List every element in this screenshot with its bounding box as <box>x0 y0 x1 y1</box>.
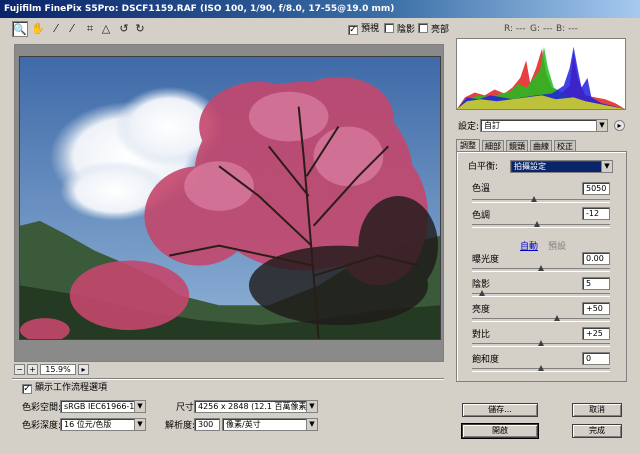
tint-label: 色調 <box>472 211 491 221</box>
exposure-label: 曝光度 <box>472 255 500 265</box>
done-button[interactable]: 完成 <box>572 424 622 438</box>
window-title: Fujifilm FinePix S5Pro: DSCF1159.RAF (IS… <box>0 0 640 18</box>
settings-label: 設定: <box>458 122 480 132</box>
saturation-slider[interactable] <box>472 365 610 372</box>
colorspace-value: sRGB IEC61966-1 <box>64 402 135 411</box>
default-link[interactable]: 預設 <box>548 241 566 253</box>
temp-slider-thumb[interactable] <box>531 196 538 202</box>
shadows-clip-label: 陰影 <box>397 25 416 35</box>
divider <box>12 378 444 380</box>
shadows-check-box <box>384 23 394 33</box>
settings-menu-icon[interactable]: ▸ <box>614 120 625 131</box>
resolution-unit-select[interactable]: 像素/英寸 ▼ <box>222 418 318 431</box>
toolbar: 🔍 ✋ ⁄ ⁄ ⌗ △ ↺ ↻ ✓ 預視 陰影 亮部 R: --- G: --- … <box>0 18 640 40</box>
rotate-left-icon[interactable]: ↺ <box>116 21 132 37</box>
tint-slider-thumb[interactable] <box>534 221 541 227</box>
wb-select[interactable]: 拍攝設定 ▼ <box>510 160 613 173</box>
settings-value: 自訂 <box>484 121 500 130</box>
shadows-input[interactable]: 5 <box>582 277 610 290</box>
zoom-level[interactable]: 15.9% <box>40 364 76 375</box>
save-button[interactable]: 儲存... <box>462 403 538 417</box>
preview-checkbox[interactable]: ✓ 預視 <box>348 23 379 35</box>
colorspace-select[interactable]: sRGB IEC61966-1 ▼ <box>60 400 146 413</box>
show-workflow-checkbox[interactable]: ✓ 顯示工作流程選項 <box>22 382 107 394</box>
contrast-slider[interactable] <box>472 340 610 347</box>
white-balance-eyedropper-icon[interactable]: ⁄ <box>48 21 64 37</box>
zoom-in-button[interactable]: + <box>27 364 38 375</box>
straighten-icon[interactable]: △ <box>98 21 114 37</box>
contrast-input[interactable]: +25 <box>582 327 610 340</box>
resolution-label: 解析度: <box>165 421 196 431</box>
zoom-out-button[interactable]: − <box>14 364 25 375</box>
preview-photo <box>19 56 441 340</box>
zoom-tool-magnifier-icon[interactable]: 🔍 <box>12 21 28 37</box>
color-sampler-icon[interactable]: ⁄ <box>64 21 80 37</box>
settings-select[interactable]: 自訂 ▼ <box>480 119 608 132</box>
chevron-down-icon: ▼ <box>596 120 607 131</box>
wb-label: 白平衡: <box>468 162 499 172</box>
wb-value: 拍攝設定 <box>514 162 546 171</box>
hand-tool-hand-icon[interactable]: ✋ <box>30 21 46 37</box>
temp-label: 色溫 <box>472 184 491 194</box>
exposure-slider-thumb[interactable] <box>538 265 544 271</box>
histogram <box>456 38 626 110</box>
show-workflow-check-mark: ✓ <box>22 384 32 394</box>
brightness-slider-thumb[interactable] <box>553 315 560 321</box>
saturation-slider-thumb[interactable] <box>538 365 544 371</box>
open-button[interactable]: 開啟 <box>461 423 539 439</box>
tint-slider[interactable] <box>472 221 610 228</box>
crop-icon[interactable]: ⌗ <box>82 21 98 37</box>
depth-label: 色彩深度: <box>22 421 62 431</box>
shadows-slider[interactable] <box>472 290 610 297</box>
zoom-menu-button[interactable]: ▸ <box>78 364 89 375</box>
size-value: 4256 x 2848 (12.1 百萬像素) <box>198 402 310 411</box>
chevron-down-icon: ▼ <box>306 419 317 430</box>
highlights-clip-checkbox[interactable]: 亮部 <box>418 23 449 35</box>
resolution-unit-value: 像素/英寸 <box>226 420 261 429</box>
shadows-clip-checkbox[interactable]: 陰影 <box>384 23 415 35</box>
brightness-label: 亮度 <box>472 305 491 315</box>
brightness-slider[interactable] <box>472 315 610 322</box>
colorspace-label: 色彩空間: <box>22 403 62 413</box>
tint-input[interactable]: -12 <box>582 207 610 220</box>
highlights-clip-label: 亮部 <box>431 25 450 35</box>
temp-slider[interactable] <box>472 196 610 203</box>
depth-value: 16 位元/色版 <box>64 420 112 429</box>
contrast-slider-thumb[interactable] <box>538 340 544 346</box>
chevron-down-icon: ▼ <box>134 401 145 412</box>
brightness-input[interactable]: +50 <box>582 302 610 315</box>
highlights-check-box <box>418 23 428 33</box>
depth-select[interactable]: 16 位元/色版 ▼ <box>60 418 146 431</box>
chevron-down-icon: ▼ <box>134 419 145 430</box>
cancel-button[interactable]: 取消 <box>572 403 622 417</box>
shadows-slider-thumb[interactable] <box>478 290 485 296</box>
preview-area[interactable] <box>14 44 444 362</box>
preview-check-mark: ✓ <box>348 25 358 35</box>
exposure-slider[interactable] <box>472 265 610 272</box>
saturation-label: 飽和度 <box>472 355 500 365</box>
preview-label: 預視 <box>361 24 380 34</box>
size-select[interactable]: 4256 x 2848 (12.1 百萬像素) ▼ <box>194 400 318 413</box>
show-workflow-label: 顯示工作流程選項 <box>35 383 108 393</box>
chevron-down-icon: ▼ <box>601 161 612 172</box>
temp-input[interactable]: 5050 <box>582 182 610 195</box>
chevron-down-icon: ▼ <box>306 401 317 412</box>
saturation-input[interactable]: 0 <box>582 352 610 365</box>
b-readout: B: --- <box>556 24 578 34</box>
auto-link[interactable]: 自動 <box>520 241 538 253</box>
g-readout: G: --- <box>530 24 553 34</box>
rotate-right-icon[interactable]: ↻ <box>132 21 148 37</box>
r-readout: R: --- <box>504 24 526 34</box>
exposure-input[interactable]: 0.00 <box>582 252 610 265</box>
resolution-input[interactable]: 300 <box>194 418 220 431</box>
contrast-label: 對比 <box>472 330 491 340</box>
